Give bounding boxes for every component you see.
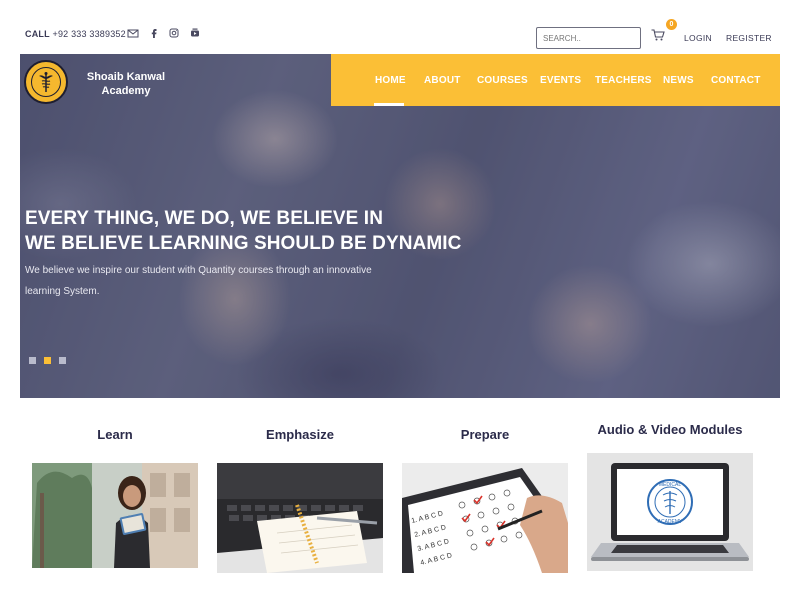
- nav-item-events[interactable]: EVENTS: [540, 75, 581, 86]
- card-title-audio-video: Audio & Video Modules: [597, 422, 743, 437]
- brand-name-line2: Academy: [101, 85, 151, 97]
- brand-name-line1: Shoaib Kanwal: [86, 71, 166, 83]
- answer-sheet-image: 1. A B C D 2. A B C D 3. A B C D 4. A B …: [402, 463, 568, 573]
- hero-headline: EVERY THING, WE DO, WE BELIEVE IN WE BEL…: [25, 206, 462, 256]
- laptop-medical-academy-image: MEDICAL ACADEMY: [587, 453, 753, 571]
- prepare-image[interactable]: 1. A B C D 2. A B C D 3. A B C D 4. A B …: [402, 463, 568, 573]
- login-link[interactable]: LOGIN: [684, 33, 712, 43]
- learn-image[interactable]: [32, 463, 198, 568]
- laptop-notebook-image: [217, 463, 383, 573]
- slider-dot-1[interactable]: [29, 357, 36, 364]
- woman-reading-image: [32, 463, 198, 568]
- nav-item-contact[interactable]: CONTACT: [711, 75, 761, 86]
- phone-number[interactable]: +92 333 3389352: [53, 29, 126, 39]
- call-label: CALL: [25, 29, 50, 39]
- nav-item-courses[interactable]: COURSES: [477, 75, 528, 86]
- hero-description-line1: We believe we inspire our student with Q…: [25, 265, 372, 276]
- emphasize-image[interactable]: [217, 463, 383, 573]
- card-title-emphasize: Emphasize: [266, 427, 334, 442]
- slider-dot-2[interactable]: [44, 357, 51, 364]
- mail-icon[interactable]: [127, 27, 139, 39]
- top-bar: CALL +92 333 3389352 0 LOGIN REGISTER: [0, 0, 800, 54]
- nav-item-news[interactable]: NEWS: [663, 75, 694, 86]
- cart-icon[interactable]: [651, 29, 665, 41]
- laptop-screen-text: MEDICAL: [659, 482, 681, 488]
- hero-description: We believe we inspire our student with Q…: [25, 260, 395, 302]
- card-title-learn: Learn: [97, 427, 133, 442]
- contact-phone: CALL +92 333 3389352: [25, 29, 126, 39]
- youtube-icon[interactable]: [189, 27, 201, 39]
- nav-item-about[interactable]: ABOUT: [424, 75, 461, 86]
- slider-dot-3[interactable]: [59, 357, 66, 364]
- instagram-icon[interactable]: [168, 27, 180, 39]
- hero-description-line2: learning System.: [25, 286, 100, 297]
- nav-active-indicator: [374, 103, 404, 106]
- search-input[interactable]: [536, 27, 641, 49]
- cart-count-badge: 0: [666, 19, 677, 30]
- hero-headline-line1: EVERY THING, WE DO, WE BELIEVE IN: [25, 208, 384, 229]
- main-navigation: HOME ABOUT COURSES EVENTS TEACHERS NEWS …: [331, 54, 780, 106]
- hero-slider: Shoaib Kanwal Academy HOME ABOUT COURSES…: [20, 54, 780, 398]
- card-title-prepare: Prepare: [460, 427, 510, 442]
- register-link[interactable]: REGISTER: [726, 33, 772, 43]
- nav-item-teachers[interactable]: TEACHERS: [595, 75, 652, 86]
- nav-item-home[interactable]: HOME: [375, 75, 406, 86]
- svg-text:ACADEMY: ACADEMY: [658, 519, 683, 525]
- brand-logo[interactable]: Shoaib Kanwal Academy: [24, 60, 174, 106]
- audio-video-image[interactable]: MEDICAL ACADEMY: [587, 453, 753, 571]
- brand-name: Shoaib Kanwal Academy: [76, 70, 176, 98]
- caduceus-logo-icon: [24, 60, 68, 104]
- hero-headline-line2: WE BELIEVE LEARNING SHOULD BE DYNAMIC: [25, 233, 462, 254]
- facebook-icon[interactable]: [148, 27, 160, 39]
